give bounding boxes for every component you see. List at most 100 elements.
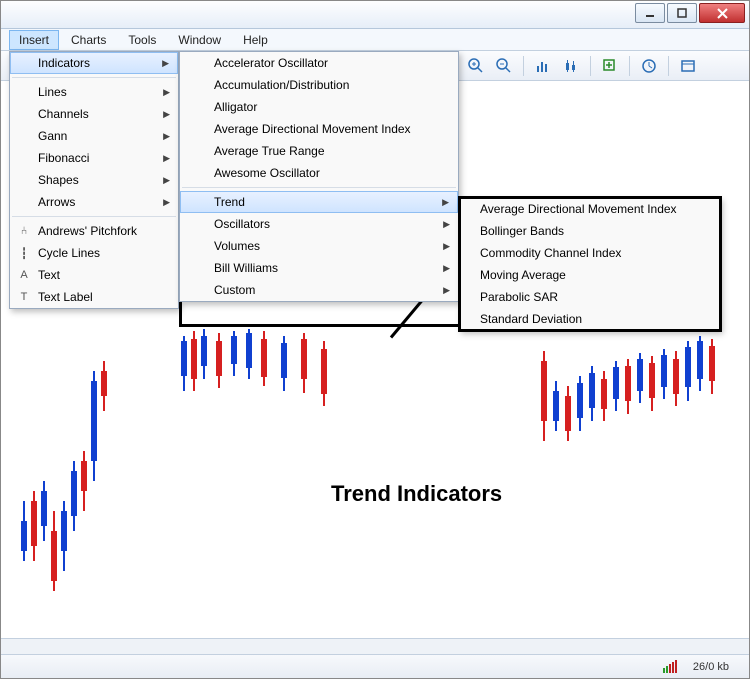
menu-item-label: Channels [38, 107, 89, 121]
toolbar-separator [590, 56, 591, 76]
submenu-arrow-icon: ▶ [163, 131, 170, 142]
connection-bars-icon [663, 660, 677, 673]
menu-item-label: Parabolic SAR [480, 290, 558, 304]
zoom-in-icon[interactable] [465, 55, 487, 77]
submenu-arrow-icon: ▶ [163, 109, 170, 120]
menu-item-indicators[interactable]: Indicators ▶ [10, 52, 178, 74]
submenu-arrow-icon: ▶ [443, 241, 450, 252]
candle-chart-icon[interactable] [560, 55, 582, 77]
menu-item-cycle-lines[interactable]: ┇ Cycle Lines [10, 242, 178, 264]
submenu-arrow-icon: ▶ [443, 285, 450, 296]
trend-dropdown: Average Directional Movement Index Bolli… [459, 197, 721, 331]
menu-item-cci[interactable]: Commodity Channel Index [460, 242, 720, 264]
menu-item-label: Moving Average [480, 268, 566, 282]
menu-item-shapes[interactable]: Shapes▶ [10, 169, 178, 191]
menu-item-label: Cycle Lines [38, 246, 100, 260]
submenu-arrow-icon: ▶ [443, 219, 450, 230]
periodicity-icon[interactable] [638, 55, 660, 77]
menu-item-atr[interactable]: Average True Range [180, 140, 458, 162]
menu-item-accumulation-distribution[interactable]: Accumulation/Distribution [180, 74, 458, 96]
menu-item-custom[interactable]: Custom ▶ [180, 279, 458, 301]
menu-item-label: Accumulation/Distribution [214, 78, 349, 92]
menu-item-awesome-oscillator[interactable]: Awesome Oscillator [180, 162, 458, 184]
indicators-dropdown: Accelerator Oscillator Accumulation/Dist… [179, 51, 459, 302]
menu-tools[interactable]: Tools [118, 30, 166, 50]
menu-item-label: Volumes [214, 239, 260, 253]
submenu-arrow-icon: ▶ [163, 87, 170, 98]
menu-item-gann[interactable]: Gann ▶ [10, 125, 178, 147]
menu-item-bollinger-bands[interactable]: Bollinger Bands [460, 220, 720, 242]
window-close-button[interactable] [699, 3, 745, 23]
menu-item-label: Average Directional Movement Index [214, 122, 411, 136]
menu-item-volumes[interactable]: Volumes ▶ [180, 235, 458, 257]
menu-item-label: Text Label [38, 290, 93, 304]
menu-item-label: Text [38, 268, 60, 282]
menu-item-label: Custom [214, 283, 255, 297]
menu-item-label: Fibonacci [38, 151, 89, 165]
window-titlebar [1, 1, 749, 29]
submenu-arrow-icon: ▶ [163, 197, 170, 208]
cycle-lines-icon: ┇ [16, 247, 32, 260]
menu-item-bill-williams[interactable]: Bill Williams ▶ [180, 257, 458, 279]
add-indicator-icon[interactable] [599, 55, 621, 77]
menu-charts[interactable]: Charts [61, 30, 116, 50]
pitchfork-icon: ⑃ [16, 225, 32, 237]
menu-item-label: Standard Deviation [480, 312, 582, 326]
menu-item-moving-average[interactable]: Moving Average [460, 264, 720, 286]
zoom-out-icon[interactable] [493, 55, 515, 77]
menu-separator [182, 187, 456, 188]
text-label-icon: T [16, 291, 32, 303]
menu-item-text-label[interactable]: T Text Label [10, 286, 178, 308]
menu-item-alligator[interactable]: Alligator [180, 96, 458, 118]
menu-item-parabolic-sar[interactable]: Parabolic SAR [460, 286, 720, 308]
menu-window[interactable]: Window [168, 30, 231, 50]
menu-item-trend-adx[interactable]: Average Directional Movement Index [460, 198, 720, 220]
menu-help[interactable]: Help [233, 30, 278, 50]
menu-item-label: Indicators [38, 56, 90, 70]
submenu-arrow-icon: ▶ [162, 58, 169, 69]
submenu-arrow-icon: ▶ [163, 153, 170, 164]
menu-item-label: Average Directional Movement Index [480, 202, 677, 216]
submenu-arrow-icon: ▶ [443, 263, 450, 274]
menu-item-oscillators[interactable]: Oscillators ▶ [180, 213, 458, 235]
window-maximize-button[interactable] [667, 3, 697, 23]
menu-item-label: Awesome Oscillator [214, 166, 320, 180]
menu-item-trend[interactable]: Trend▶ [180, 191, 458, 213]
menu-item-adx[interactable]: Average Directional Movement Index [180, 118, 458, 140]
text-icon: A [16, 269, 32, 281]
menu-item-arrows[interactable]: Arrows▶ [10, 191, 178, 213]
toolbar-separator [523, 56, 524, 76]
menu-item-channels[interactable]: Channels ▶ [10, 103, 178, 125]
insert-dropdown: Indicators ▶ Lines ▶ Channels ▶ Gann ▶ Fibon… [9, 51, 179, 309]
menu-item-andrews-pitchfork[interactable]: ⑃ Andrews' Pitchfork [10, 220, 178, 242]
menu-item-accelerator-oscillator[interactable]: Accelerator Oscillator [180, 52, 458, 74]
window-minimize-button[interactable] [635, 3, 665, 23]
annotation-label: Trend Indicators [331, 481, 502, 507]
menu-item-label: Accelerator Oscillator [214, 56, 328, 70]
menu-item-label: Andrews' Pitchfork [38, 224, 137, 238]
submenu-arrow-icon: ▶ [163, 175, 170, 186]
status-traffic: 26/0 kb [693, 661, 729, 673]
menu-item-label: Commodity Channel Index [480, 246, 621, 260]
toolbar-separator [629, 56, 630, 76]
menu-item-label: Average True Range [214, 144, 325, 158]
toolbar-separator [668, 56, 669, 76]
menu-item-label: Oscillators [214, 217, 270, 231]
menubar: Insert Charts Tools Window Help [1, 29, 749, 51]
bar-chart-icon[interactable] [532, 55, 554, 77]
menu-item-standard-deviation[interactable]: Standard Deviation [460, 308, 720, 330]
menu-item-label: Gann [38, 129, 67, 143]
template-icon[interactable] [677, 55, 699, 77]
menu-item-label: Lines [38, 85, 67, 99]
menu-item-fibonacci[interactable]: Fibonacci ▶ [10, 147, 178, 169]
menu-insert[interactable]: Insert [9, 30, 59, 50]
menu-item-label: Bollinger Bands [480, 224, 564, 238]
menu-item-label: Bill Williams [214, 261, 278, 275]
chart-tab-strip[interactable] [1, 638, 749, 654]
status-bar: 26/0 kb [1, 654, 749, 678]
menu-separator [12, 77, 176, 78]
menu-item-text[interactable]: A Text [10, 264, 178, 286]
submenu-arrow-icon: ▶ [442, 197, 449, 208]
menu-item-label: Alligator [214, 100, 257, 114]
menu-item-lines[interactable]: Lines ▶ [10, 81, 178, 103]
